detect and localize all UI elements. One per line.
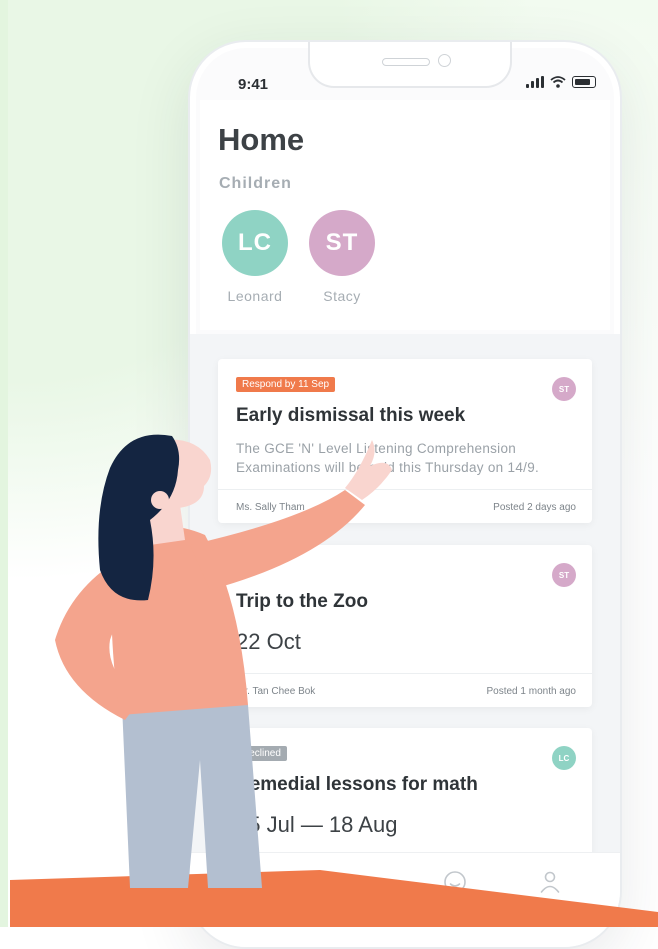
- event-date: 15 Jul — 18 Aug: [236, 812, 398, 837]
- announcement-card[interactable]: Declined LC Remedial lessons for math 15…: [218, 728, 592, 868]
- card-posted-time: Posted 1 month ago: [486, 686, 576, 697]
- speaker-grille: [382, 58, 430, 66]
- signal-icon: [526, 76, 544, 88]
- battery-icon: [572, 76, 596, 88]
- announcement-card[interactable]: ST Trip to the Zoo 22 Oct Mr. Tan Chee B…: [218, 545, 592, 707]
- tab-label: PROFILE: [526, 901, 573, 911]
- child-leonard[interactable]: LC Leonard: [220, 210, 290, 304]
- phone-notch: [308, 42, 512, 88]
- child-name: Leonard: [227, 288, 283, 304]
- declined-badge: Declined: [236, 746, 287, 761]
- card-divider: [218, 673, 592, 674]
- bottom-tab-bar: HOME TODO CHILDREN PROFILE: [190, 852, 620, 947]
- smiley-icon: [444, 871, 466, 893]
- card-title: Trip to the Zoo: [236, 591, 368, 612]
- tab-label: HOME: [249, 901, 281, 911]
- tab-label: CHILDREN: [427, 901, 483, 911]
- tab-profile[interactable]: PROFILE: [510, 869, 590, 911]
- author-avatar: ST: [552, 563, 576, 587]
- card-body: The GCE 'N' Level Listening Comprehensio…: [236, 441, 540, 475]
- card-author: Ms. Sally Tham: [236, 502, 305, 513]
- tab-children[interactable]: CHILDREN: [415, 869, 495, 911]
- card-title: Remedial lessons for math: [236, 774, 478, 795]
- front-camera: [438, 54, 451, 67]
- card-title: Early dismissal this week: [236, 405, 466, 426]
- child-name: Stacy: [323, 288, 361, 304]
- announcement-card[interactable]: Respond by 11 Sep ST Early dismissal thi…: [218, 359, 592, 523]
- page-title: Home: [218, 122, 305, 157]
- status-time: 9:41: [238, 76, 269, 93]
- card-author: Mr. Tan Chee Bok: [236, 686, 316, 697]
- list-icon: [351, 876, 367, 888]
- author-avatar: ST: [552, 377, 576, 401]
- background-stripe: [0, 0, 8, 927]
- wifi-icon: [550, 76, 566, 88]
- avatar: ST: [309, 210, 375, 276]
- home-icon: [256, 873, 274, 891]
- card-posted-time: Posted 2 days ago: [493, 502, 576, 513]
- person-icon: [540, 871, 560, 893]
- tab-todo[interactable]: TODO: [319, 869, 399, 911]
- status-icons: [526, 76, 596, 88]
- child-stacy[interactable]: ST Stacy: [307, 210, 377, 304]
- event-date: 22 Oct: [236, 629, 301, 654]
- avatar: LC: [222, 210, 288, 276]
- author-avatar: LC: [552, 746, 576, 770]
- children-section-label: Children: [219, 175, 292, 192]
- tab-label: TODO: [344, 901, 374, 911]
- tab-home[interactable]: HOME: [225, 869, 305, 911]
- announcement-feed: Respond by 11 Sep ST Early dismissal thi…: [190, 334, 620, 868]
- respond-by-badge: Respond by 11 Sep: [236, 377, 336, 392]
- phone-mockup: 9:41 Home Children LC Leonard ST Stacy R…: [188, 40, 622, 949]
- card-divider: [218, 489, 592, 490]
